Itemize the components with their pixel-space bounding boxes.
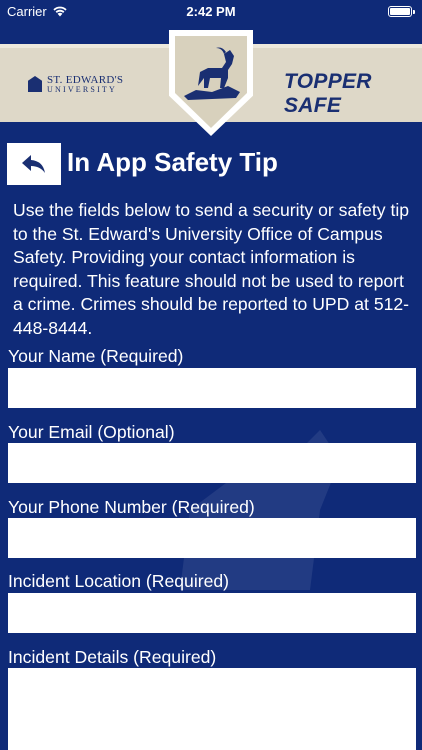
app-brand: TOPPER SAFE: [284, 70, 372, 117]
status-left: Carrier: [7, 4, 68, 19]
university-name: ST. EDWARD'S: [47, 73, 124, 86]
phone-input[interactable]: [8, 518, 416, 558]
details-textarea[interactable]: [8, 668, 416, 750]
university-subtitle: UNIVERSITY: [47, 84, 117, 94]
carrier-label: Carrier: [7, 3, 47, 19]
intro-text: Use the fields below to send a security …: [13, 200, 410, 338]
email-label: Your Email (Optional): [8, 422, 175, 442]
details-label: Incident Details (Required): [8, 647, 217, 667]
battery-icon: [388, 5, 415, 17]
phone-label: Your Phone Number (Required): [8, 497, 255, 517]
university-logo-text: ST. EDWARD'S UNIVERSITY: [47, 73, 124, 94]
name-input[interactable]: [8, 368, 416, 408]
status-bar: Carrier 2:42 PM: [0, 0, 422, 22]
university-logo: ST. EDWARD'S UNIVERSITY: [28, 73, 138, 95]
wifi-icon: [53, 6, 67, 17]
goat-mascot-icon: [184, 47, 240, 100]
location-input[interactable]: [8, 593, 416, 633]
location-label: Incident Location (Required): [8, 571, 230, 591]
back-button[interactable]: [7, 143, 61, 185]
back-arrow-icon: [22, 155, 45, 173]
email-input[interactable]: [8, 443, 416, 483]
page-title: In App Safety Tip: [67, 147, 278, 177]
tower-icon: [28, 76, 42, 92]
battery-fill: [390, 7, 410, 15]
name-label: Your Name (Required): [8, 346, 184, 366]
